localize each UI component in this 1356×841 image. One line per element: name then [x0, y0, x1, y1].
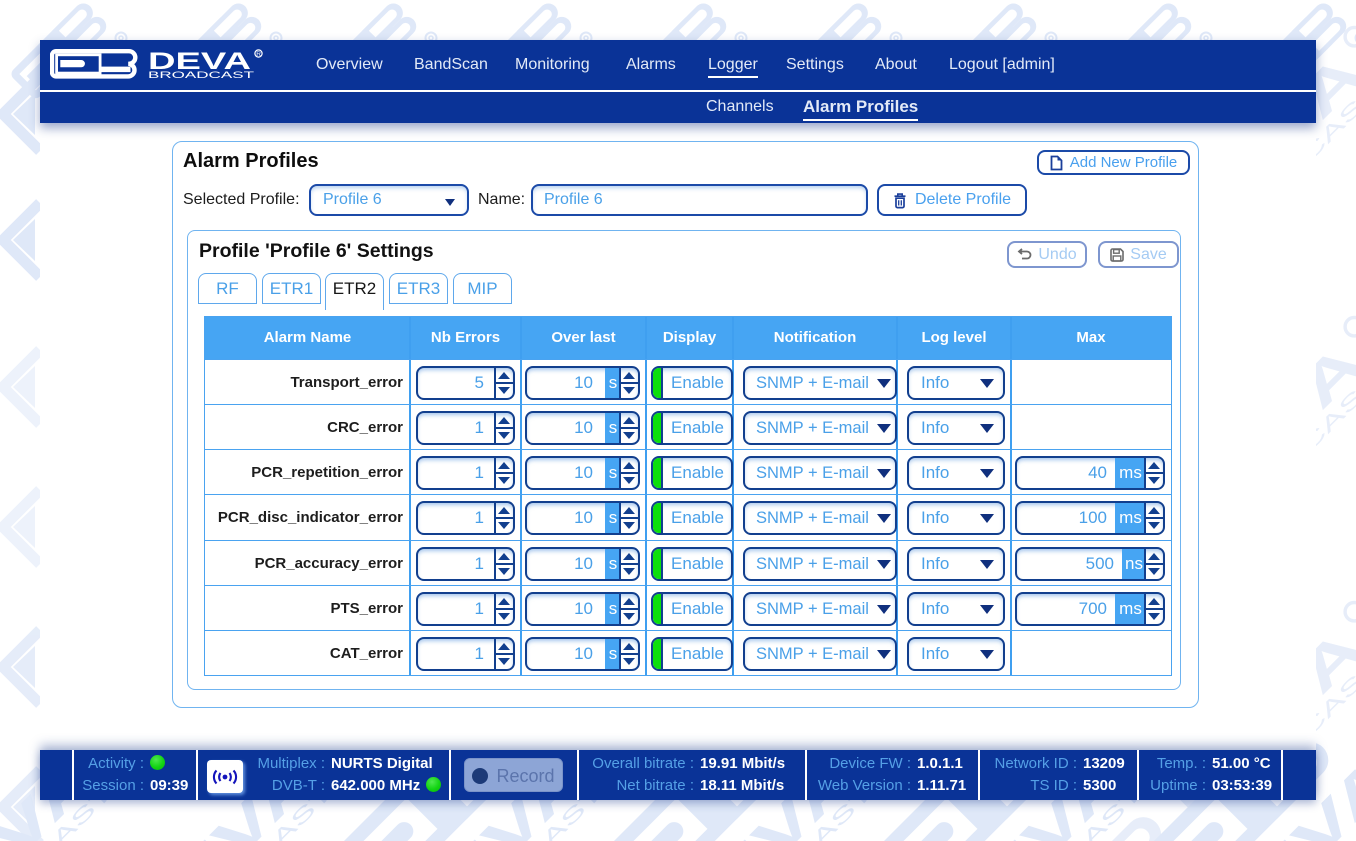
- svg-text:BROADCAST: BROADCAST: [148, 70, 254, 81]
- svg-text:R: R: [256, 51, 261, 58]
